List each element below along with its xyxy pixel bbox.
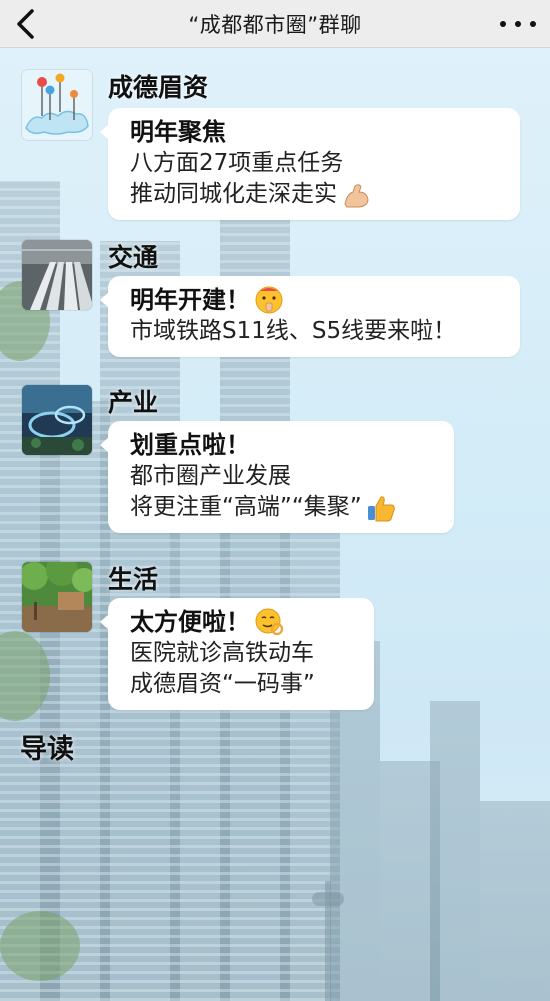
- message-line: 都市圈产业发展: [130, 463, 291, 489]
- message-bubble[interactable]: 划重点啦！ 都市圈产业发展 将更注重“高端”“集聚”: [100, 421, 454, 533]
- message-line: 八方面27项重点任务: [130, 150, 344, 176]
- message-line: 成德眉资“一码事”: [130, 671, 315, 697]
- thumbs-up-icon: [367, 495, 395, 521]
- sender-name: 成德眉资: [108, 73, 209, 102]
- city-map-avatar[interactable]: [22, 70, 92, 140]
- message-bubble[interactable]: 明年开建！ 市域铁路S11线、S5线要来啦！: [100, 276, 520, 357]
- flexed-biceps-icon: [344, 183, 369, 207]
- message-line: 市域铁路S11线、S5线要来啦！: [130, 318, 457, 344]
- chat-header: “成都都市圈”群聊: [0, 0, 550, 48]
- message-line-with-emoji: 将更注重“高端”“集聚”: [130, 492, 440, 523]
- message-headline-with-emoji: 明年开建！: [130, 284, 506, 316]
- section-title: 导读: [20, 734, 74, 765]
- chevron-left-icon: [17, 9, 34, 39]
- shushing-face-icon: [255, 286, 283, 314]
- message-bubble[interactable]: 太方便啦！ 医院就诊高铁动车 成德眉资“一码事”: [100, 598, 374, 710]
- message-line-with-emoji: 推动同城化走深走实: [130, 179, 506, 210]
- sender-name: 产业: [108, 388, 159, 417]
- message-headline: 明年开建！: [130, 286, 250, 314]
- ok-hand-face-icon: [255, 608, 284, 636]
- chat-title: “成都都市圈”群聊: [188, 12, 362, 37]
- back-button[interactable]: [8, 5, 46, 43]
- message-headline: 太方便啦！: [130, 608, 250, 636]
- more-options-button[interactable]: [500, 10, 536, 38]
- sender-name: 生活: [108, 565, 159, 594]
- message-headline-with-emoji: 太方便啦！: [130, 606, 360, 638]
- message-line-text: 推动同城化走深走实: [130, 181, 337, 207]
- message-line-text: 将更注重“高端”“集聚”: [130, 494, 362, 520]
- park-life-avatar[interactable]: [22, 562, 92, 632]
- message-headline: 划重点啦！: [130, 431, 250, 459]
- message-headline: 明年聚焦: [130, 118, 226, 146]
- message-bubble[interactable]: 明年聚焦 八方面27项重点任务 推动同城化走深走实: [100, 108, 520, 220]
- railway-station-avatar[interactable]: [22, 240, 92, 310]
- message-line: 医院就诊高铁动车: [130, 640, 314, 666]
- industrial-park-avatar[interactable]: [22, 385, 92, 455]
- sender-name: 交通: [108, 243, 159, 272]
- more-dots-icon: [500, 21, 506, 27]
